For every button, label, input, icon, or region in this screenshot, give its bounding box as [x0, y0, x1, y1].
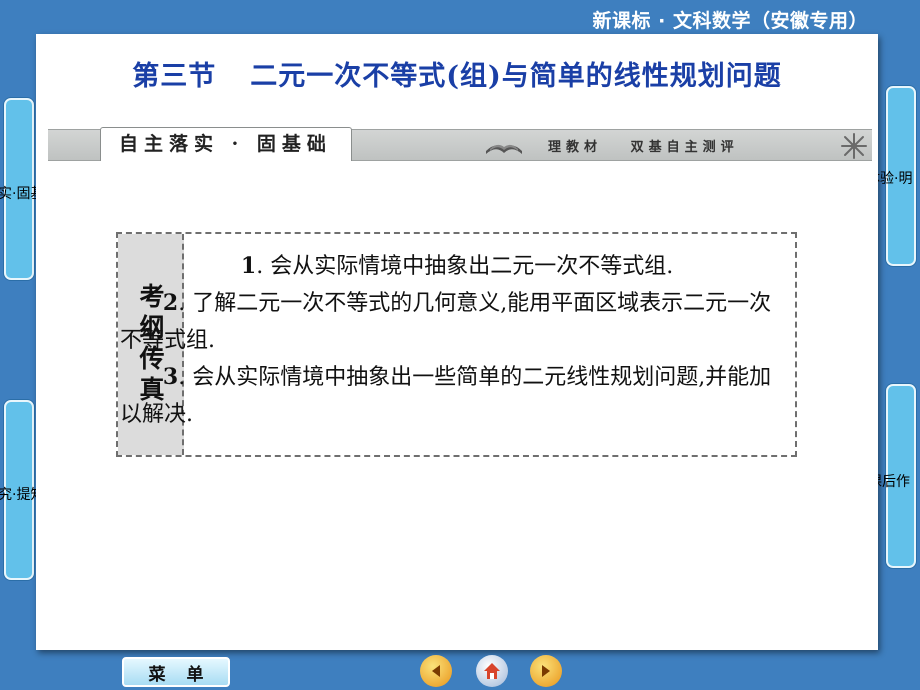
item-text: . 会从实际情境中抽象出二元一次不等式组.: [256, 254, 674, 279]
snowflake-icon: [841, 133, 867, 159]
menu-char-2: 单: [186, 664, 204, 685]
back-arrow-icon[interactable]: [420, 655, 452, 687]
section-topic: 二元一次不等式(组)与简单的线性规划问题: [250, 61, 782, 92]
forward-arrow-icon[interactable]: [530, 655, 562, 687]
syllabus-box: 考纲传真 1. 会从实际情境中抽象出二元一次不等式组. 2. 了解二元一次不等式…: [116, 232, 797, 457]
brand-title: 新课标 · 文科数学（安徽专用）: [592, 10, 868, 32]
syllabus-item-2: 2. 了解二元一次不等式的几何意义,能用平面区域表示二元一次不等式组.: [120, 285, 783, 359]
banner-tab-label[interactable]: 自主落实 · 固基础: [100, 127, 352, 161]
banner-subtitle: 理教材 双基自主测评: [548, 140, 739, 155]
menu-button[interactable]: 菜 单: [122, 657, 230, 687]
slide-panel: 第三节 二元一次不等式(组)与简单的线性规划问题 自主落实 · 固基础 理教材 双…: [36, 34, 878, 650]
syllabus-text: 1. 会从实际情境中抽象出二元一次不等式组.: [198, 248, 783, 285]
menu-char-1: 菜: [148, 664, 166, 685]
syllabus-item-1: 1. 会从实际情境中抽象出二元一次不等式组.: [198, 248, 783, 285]
home-icon[interactable]: [476, 655, 508, 687]
slide-title: 第三节 二元一次不等式(组)与简单的线性规划问题: [36, 54, 878, 93]
item-number: 2: [162, 290, 179, 316]
syllabus-text-rest: 2. 了解二元一次不等式的几何意义,能用平面区域表示二元一次不等式组. 3. 会…: [120, 285, 783, 433]
item-text: . 了解二元一次不等式的几何意义,能用平面区域表示二元一次不等式组.: [120, 291, 772, 353]
book-icon: [486, 144, 522, 154]
item-number: 3: [162, 364, 179, 390]
section-banner: 自主落实 · 固基础 理教材 双基自主测评: [48, 127, 872, 161]
item-text: . 会从实际情境中抽象出一些简单的二元线性规划问题,并能加以解决.: [120, 365, 772, 427]
section-number: 第三节: [132, 61, 217, 92]
item-number: 1: [240, 253, 257, 279]
syllabus-item-3: 3. 会从实际情境中抽象出一些简单的二元线性规划问题,并能加以解决.: [120, 359, 783, 433]
